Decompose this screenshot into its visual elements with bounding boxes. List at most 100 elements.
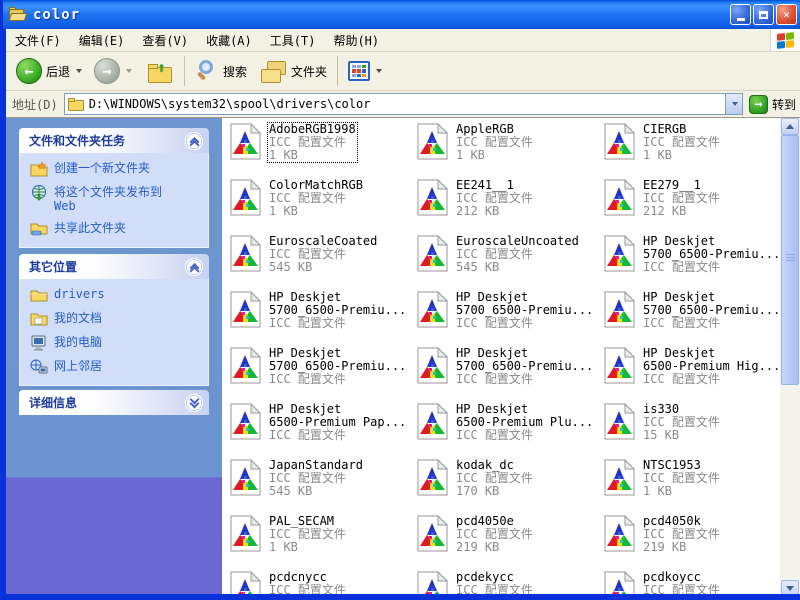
collapse-chevron-button[interactable] [185, 131, 203, 150]
file-item[interactable]: pcdekycc ICC 配置文件 [417, 570, 604, 597]
file-item[interactable]: HP Deskjet 5700_6500-Premiu... ICC 配置文件 [417, 346, 604, 402]
back-button[interactable]: ← 后退 [12, 55, 86, 87]
file-item[interactable]: is330 ICC 配置文件 15 KB [604, 402, 778, 458]
file-item[interactable]: ColorMatchRGB ICC 配置文件 1 KB [230, 178, 417, 234]
file-item[interactable]: CIERGB ICC 配置文件 1 KB [604, 122, 778, 178]
file-list: AdobeRGB1998 ICC 配置文件 1 KB AppleRGB ICC 配置文件… [230, 122, 778, 597]
file-item[interactable]: HP Deskjet 5700_6500-Premiu... ICC 配置文件 [230, 346, 417, 402]
network-icon [30, 359, 48, 375]
address-input[interactable]: D:\WINDOWS\system32\spool\drivers\color [63, 93, 743, 115]
menu-item-3[interactable]: 收藏(A) [197, 29, 261, 52]
file-text: HP Deskjet 6500-Premium Hig... ICC 配置文件 [641, 346, 778, 387]
file-size: 1 KB [269, 540, 298, 554]
file-item[interactable]: AdobeRGB1998 ICC 配置文件 1 KB [230, 122, 417, 178]
icc-profile-icon [417, 178, 449, 216]
file-item[interactable]: EE241__1 ICC 配置文件 212 KB [417, 178, 604, 234]
forward-button[interactable]: → [90, 55, 136, 87]
file-text: EE241__1 ICC 配置文件 212 KB [454, 178, 535, 219]
panel-title: 其它位置 [29, 260, 78, 274]
file-text: EE279__1 ICC 配置文件 212 KB [641, 178, 722, 219]
file-type: ICC 配置文件 [456, 372, 533, 386]
file-text: JapanStandard ICC 配置文件 545 KB [267, 458, 365, 499]
file-size: 545 KB [269, 484, 313, 498]
file-item[interactable]: pcdcnycc ICC 配置文件 [230, 570, 417, 597]
icc-profile-icon [230, 122, 262, 160]
file-item[interactable]: PAL_SECAM ICC 配置文件 1 KB [230, 514, 417, 570]
file-item[interactable]: NTSC1953 ICC 配置文件 1 KB [604, 458, 778, 514]
panel-header-2[interactable]: 详细信息 [19, 390, 209, 415]
sidebar-item-0-1[interactable]: 将这个文件夹发布到 Web [30, 185, 202, 213]
icc-profile-icon [604, 346, 636, 384]
sidebar-item-1-3[interactable]: 网上邻居 [30, 359, 202, 375]
views-button[interactable] [344, 58, 386, 84]
file-text: HP Deskjet 5700_6500-Premiu... ICC 配置文件 [454, 290, 595, 331]
sidebar-item-0-0[interactable]: 创建一个新文件夹 [30, 161, 202, 177]
file-item[interactable]: HP Deskjet 5700_6500-Premiu... ICC 配置文件 [604, 290, 778, 346]
scrollbar-thumb[interactable] [781, 135, 799, 385]
file-text: NTSC1953 ICC 配置文件 1 KB [641, 458, 722, 499]
menu-item-1[interactable]: 编辑(E) [70, 29, 134, 52]
file-item[interactable]: EuroscaleCoated ICC 配置文件 545 KB [230, 234, 417, 290]
sidebar-panel-0: 文件和文件夹任务创建一个新文件夹将这个文件夹发布到 Web 共享此文件夹 [19, 128, 209, 248]
title-bar[interactable]: color ✕ [3, 0, 800, 29]
file-item[interactable]: AppleRGB ICC 配置文件 1 KB [417, 122, 604, 178]
icc-profile-icon [417, 346, 449, 384]
icc-profile-icon [604, 514, 636, 552]
file-size: 212 KB [456, 204, 500, 218]
scroll-up-button[interactable] [781, 118, 799, 135]
file-item[interactable]: kodak_dc ICC 配置文件 170 KB [417, 458, 604, 514]
up-button[interactable]: ⬆ [144, 56, 178, 86]
sidebar-item-1-2[interactable]: 我的电脑 [30, 335, 202, 351]
menu-item-0[interactable]: 文件(F) [6, 29, 70, 52]
panel-header-1[interactable]: 其它位置 [19, 254, 209, 279]
file-text: is330 ICC 配置文件 15 KB [641, 402, 722, 443]
maximize-button[interactable] [753, 4, 774, 25]
file-item[interactable]: HP Deskjet 6500-Premium Pap... ICC 配置文件 [230, 402, 417, 458]
views-dropdown-icon [376, 69, 383, 73]
vertical-scrollbar[interactable] [780, 118, 800, 597]
folders-button[interactable]: 文件夹 [257, 56, 331, 86]
file-item[interactable]: HP Deskjet 6500-Premium Hig... ICC 配置文件 [604, 346, 778, 402]
sidebar-item-label: 将这个文件夹发布到 Web [54, 185, 163, 213]
go-button[interactable]: → 转到 [748, 94, 796, 114]
close-button[interactable]: ✕ [776, 4, 797, 25]
sidebar-item-1-0[interactable]: drivers [30, 287, 202, 303]
collapse-chevron-button[interactable] [185, 257, 203, 276]
sidebar-item-1-1[interactable]: 我的文档 [30, 311, 202, 327]
address-dropdown-button[interactable] [724, 94, 742, 114]
file-item[interactable]: HP Deskjet 6500-Premium Plu... ICC 配置文件 [417, 402, 604, 458]
back-icon: ← [16, 58, 42, 84]
file-size: 1 KB [643, 484, 672, 498]
file-item[interactable]: HP Deskjet 5700_6500-Premiu... ICC 配置文件 [604, 234, 778, 290]
file-type: ICC 配置文件 [643, 316, 720, 330]
file-item[interactable]: pcd4050k ICC 配置文件 219 KB [604, 514, 778, 570]
minimize-button[interactable] [730, 4, 751, 25]
search-icon [195, 59, 219, 83]
file-item[interactable]: pcd4050e ICC 配置文件 219 KB [417, 514, 604, 570]
menu-item-2[interactable]: 查看(V) [133, 29, 197, 52]
icc-profile-icon [417, 234, 449, 272]
icc-profile-icon [604, 402, 636, 440]
forward-icon: → [94, 58, 121, 84]
icc-profile-icon [230, 234, 262, 272]
file-item[interactable]: JapanStandard ICC 配置文件 545 KB [230, 458, 417, 514]
expand-chevron-button[interactable] [185, 393, 203, 412]
file-type: ICC 配置文件 [456, 428, 533, 442]
menu-item-5[interactable]: 帮助(H) [324, 29, 388, 52]
search-button[interactable]: 搜索 [191, 56, 251, 86]
file-text: ColorMatchRGB ICC 配置文件 1 KB [267, 178, 365, 219]
file-item[interactable]: EE279__1 ICC 配置文件 212 KB [604, 178, 778, 234]
sidebar-item-label: 我的电脑 [54, 335, 103, 349]
panel-header-0[interactable]: 文件和文件夹任务 [19, 128, 209, 153]
file-text: HP Deskjet 6500-Premium Plu... ICC 配置文件 [454, 402, 595, 443]
content-area: 文件和文件夹任务创建一个新文件夹将这个文件夹发布到 Web 共享此文件夹 其它位置 dr… [6, 118, 800, 597]
file-item[interactable]: HP Deskjet 5700_6500-Premiu... ICC 配置文件 [417, 290, 604, 346]
file-item[interactable]: pcdkoycc ICC 配置文件 [604, 570, 778, 597]
menu-item-4[interactable]: 工具(T) [261, 29, 325, 52]
icc-profile-icon [604, 458, 636, 496]
sidebar-item-0-2[interactable]: 共享此文件夹 [30, 221, 202, 237]
file-item[interactable]: HP Deskjet 5700_6500-Premiu... ICC 配置文件 [230, 290, 417, 346]
icc-profile-icon [417, 402, 449, 440]
file-item[interactable]: EuroscaleUncoated ICC 配置文件 545 KB [417, 234, 604, 290]
panel-body: drivers 我的文档我的电脑网上邻居 [19, 279, 209, 386]
